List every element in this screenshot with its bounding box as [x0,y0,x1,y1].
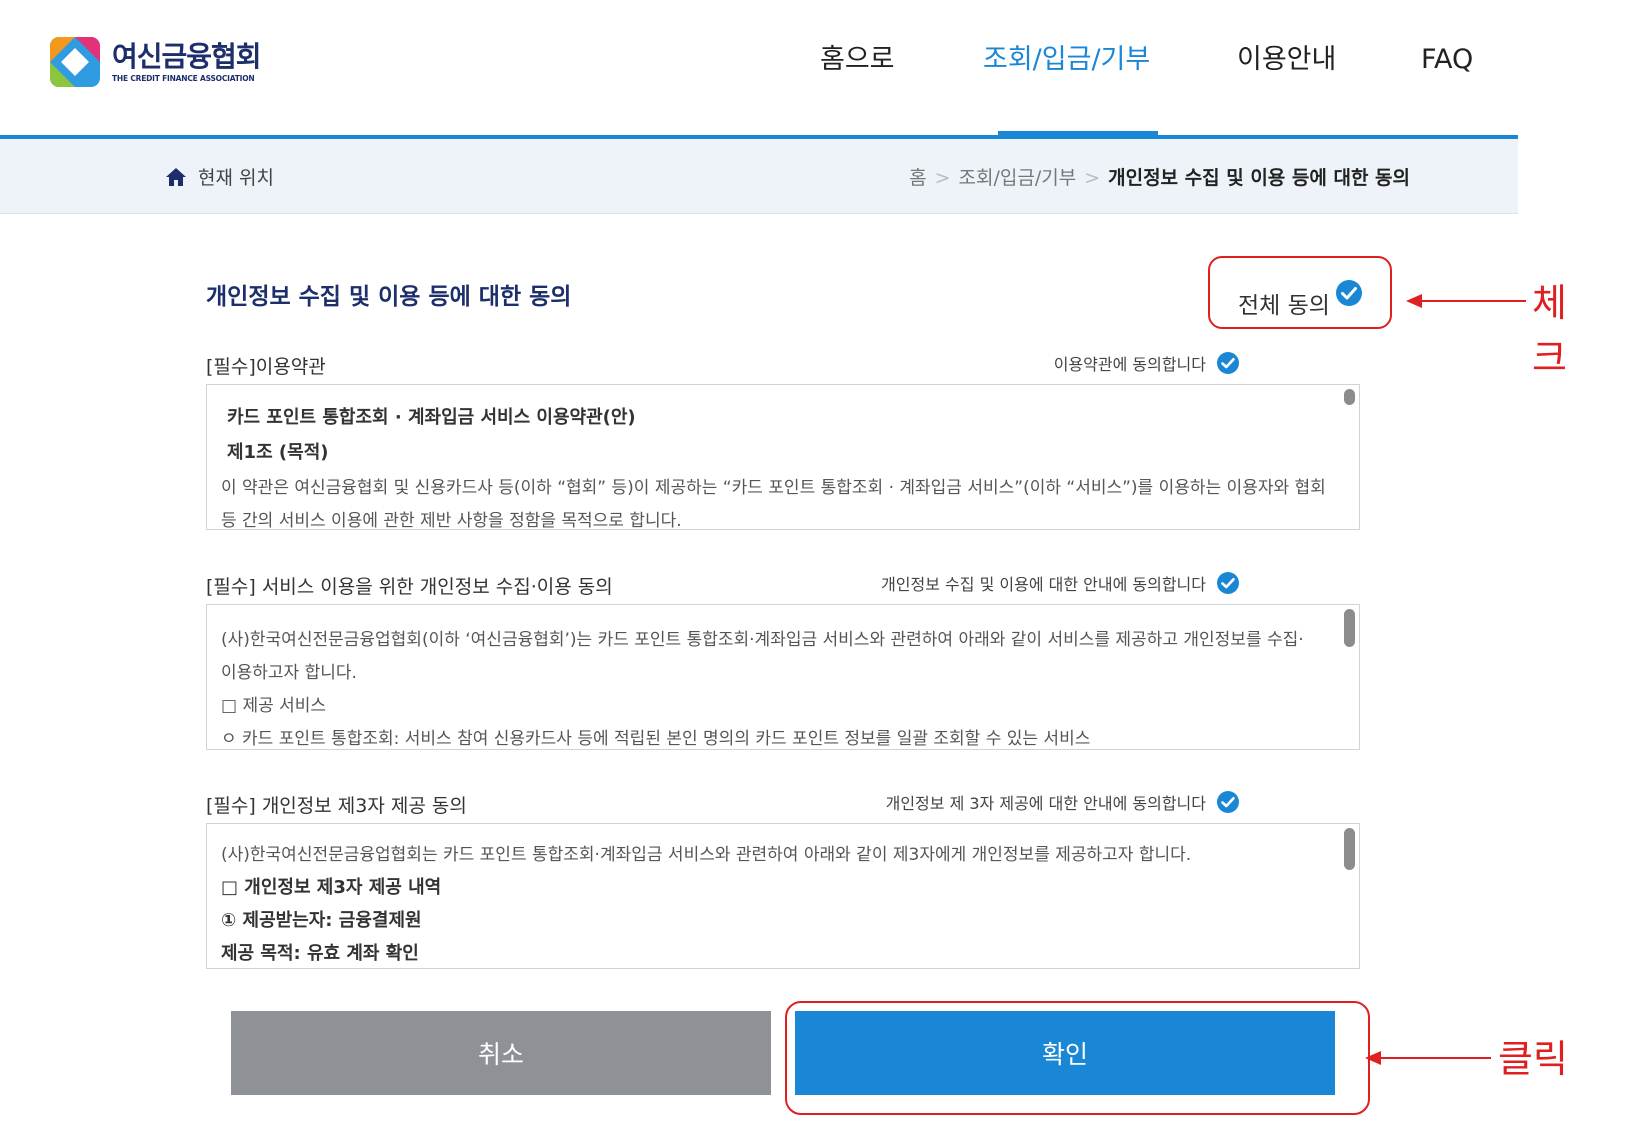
breadcrumb: 홈 > 조회/입금/기부 > 개인정보 수집 및 이용 등에 대한 동의 [909,163,1410,190]
click-arrow-line [1373,1057,1491,1059]
third-party-line: □ 개인정보 제3자 제공 내역 [221,877,442,898]
page-title: 개인정보 수집 및 이용 등에 대한 동의 [206,284,572,310]
current-location: 현재 위치 [166,163,274,190]
cancel-button[interactable]: 취소 [231,1011,771,1095]
privacy-collect-line: 이용하고자 합니다. [221,663,357,683]
agree-all-check-icon[interactable] [1335,279,1363,307]
terms-line: 등 간의 서비스 이용에 관한 제반 사항을 정함을 목적으로 합니다. [221,511,682,530]
breadcrumb-separator-icon: > [934,167,951,189]
home-icon [166,167,186,186]
scrollbar-thumb[interactable] [1344,389,1355,405]
privacy-collect-line: ㅇ 카드 포인트 통합조회: 서비스 참여 신용카드사 등에 적립된 본인 명의… [221,729,1091,749]
terms-line: 이 약관은 여신금융협회 및 신용카드사 등(이하 “협회” 등)이 제공하는 … [221,478,1326,498]
breadcrumb-home[interactable]: 홈 [909,167,926,189]
section-privacy-collect-label: [필수] 서비스 이용을 위한 개인정보 수집·이용 동의 [206,576,613,598]
nav-home[interactable]: 홈으로 [820,38,895,82]
section-terms-agree[interactable]: 이용약관에 동의합니다 [1054,351,1240,375]
breadcrumb-bar: 현재 위치 홈 > 조회/입금/기부 > 개인정보 수집 및 이용 등에 대한 동의 [0,139,1518,214]
privacy-collect-line: (사)한국여신전문금융업협회(이하 ‘여신금융협회’)는 카드 포인트 통합조회… [221,630,1304,650]
check-circle-icon[interactable] [1216,571,1240,595]
terms-textbox[interactable]: 카드 포인트 통합조회 · 계좌입금 서비스 이용약관(안) 제1조 (목적) … [206,384,1360,530]
section-terms-label: [필수]이용약관 [206,356,326,378]
third-party-line: (사)한국여신전문금융업협회는 카드 포인트 통합조회·계좌입금 서비스와 관련… [221,845,1192,865]
third-party-line: ① 제공받는자: 금융결제원 [221,910,422,931]
agree-all-highlight[interactable]: 전체 동의 [1208,256,1392,329]
consent-content: 개인정보 수집 및 이용 등에 대한 동의 전체 동의 체크 [필수]이용약관 … [0,214,1567,1125]
nav-inquiry[interactable]: 조회/입금/기부 [983,38,1150,82]
section-third-party-agree-text: 개인정보 제 3자 제공에 대한 안내에 동의합니다 [885,794,1206,813]
nav-faq[interactable]: FAQ [1421,38,1473,82]
section-third-party-agree[interactable]: 개인정보 제 3자 제공에 대한 안내에 동의합니다 [886,790,1240,814]
nav-guide[interactable]: 이용안내 [1237,38,1336,82]
privacy-collect-textbox[interactable]: (사)한국여신전문금융업협회(이하 ‘여신금융협회’)는 카드 포인트 통합조회… [206,604,1360,750]
breadcrumb-separator-icon: > [1084,167,1101,189]
main-nav: 홈으로 조회/입금/기부 이용안내 FAQ [0,0,1518,135]
check-arrow-line [1414,300,1526,302]
third-party-textbox[interactable]: (사)한국여신전문금융업협회는 카드 포인트 통합조회·계좌입금 서비스와 관련… [206,823,1360,969]
section-third-party-label: [필수] 개인정보 제3자 제공 동의 [206,795,467,817]
check-circle-icon[interactable] [1216,790,1240,814]
breadcrumb-inquiry[interactable]: 조회/입금/기부 [959,167,1077,189]
agree-all-label: 전체 동의 [1238,293,1330,319]
scrollbar-thumb[interactable] [1344,828,1355,870]
site-header: 여신금융협회 THE CREDIT FINANCE ASSOCIATION 홈으… [0,0,1518,139]
confirm-button[interactable]: 확인 [795,1011,1335,1095]
location-label: 현재 위치 [198,167,274,189]
check-circle-icon[interactable] [1216,351,1240,375]
click-annotation: 클릭 [1498,1037,1568,1081]
nav-active-indicator [998,131,1158,139]
terms-line: 제1조 (목적) [227,442,329,463]
privacy-collect-line: □ 제공 서비스 [221,696,327,716]
third-party-line: 제공 목적: 유효 계좌 확인 [221,943,419,964]
section-privacy-collect-agree[interactable]: 개인정보 수집 및 이용에 대한 안내에 동의합니다 [881,571,1240,595]
section-terms-agree-text: 이용약관에 동의합니다 [1053,355,1206,374]
terms-line: 카드 포인트 통합조회 · 계좌입금 서비스 이용약관(안) [227,407,636,428]
scrollbar-thumb[interactable] [1344,609,1355,647]
section-privacy-collect-agree-text: 개인정보 수집 및 이용에 대한 안내에 동의합니다 [881,575,1206,594]
breadcrumb-current: 개인정보 수집 및 이용 등에 대한 동의 [1108,167,1410,189]
check-annotation: 체크 [1532,281,1567,380]
